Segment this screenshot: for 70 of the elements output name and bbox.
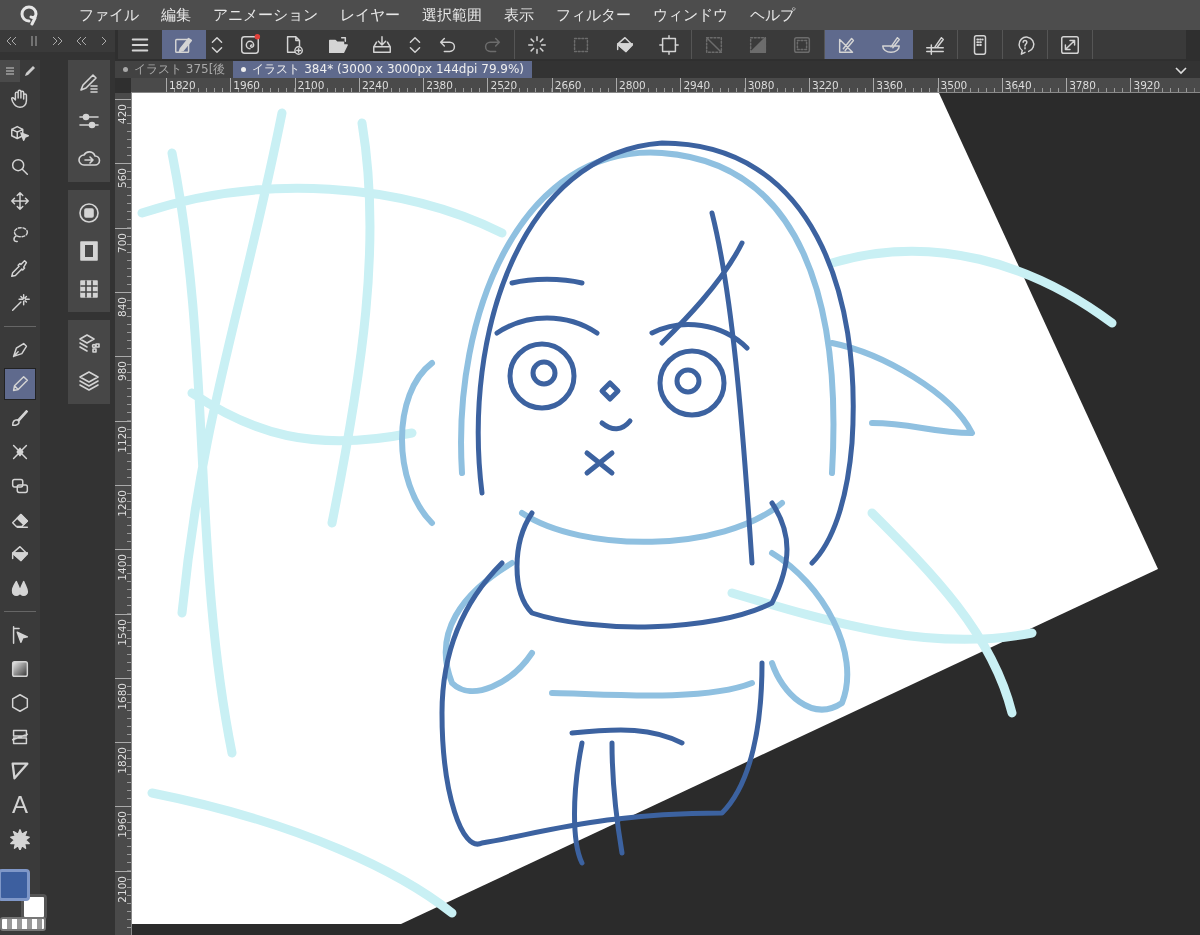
ruler-label: 1960 [116,811,128,839]
transform-box-icon [658,33,680,56]
menu-item[interactable]: 編集 [150,5,202,25]
triangle-frame-icon [9,760,31,782]
ruler-label: 1400 [116,554,128,581]
ruler-label: 1540 [116,618,128,646]
ruler-label: 3220 [811,79,839,92]
layers-icon [77,369,101,393]
pencil-icon[interactable] [24,65,36,77]
gradient-square-icon [9,658,31,680]
ruler-label: 560 [116,168,128,189]
menu-item[interactable]: 表示 [493,5,545,25]
ruler-label: 1680 [116,682,128,710]
pencil-tool-button[interactable] [4,368,36,400]
ruler-label: 2660 [554,79,582,92]
ruler-label: 980 [116,361,128,382]
spinner-icon [526,33,548,56]
ruler-label: 3640 [1004,79,1032,92]
tray-download-icon [371,33,393,56]
menu-item[interactable]: ファイル [68,5,150,25]
ruler-label: 3920 [1133,79,1161,92]
ruler-label: 3500 [940,79,968,92]
main-color-swatch[interactable] [0,869,30,901]
ruler-label: 700 [116,232,128,253]
ruler-label: 2800 [619,79,646,92]
transparent-color-swatch[interactable] [0,917,46,931]
ruler-label: 840 [116,297,128,318]
expand-right-icon[interactable] [50,34,65,48]
ruler-label: 1260 [116,489,128,517]
hexagon-icon [9,692,31,714]
text-tool-button[interactable]: A [4,789,36,821]
modified-dot-icon [123,67,128,73]
ruler-label: 2380 [426,79,453,92]
menu-item[interactable]: フィルター [545,5,642,25]
ruler-label: 2240 [361,79,389,92]
document-tab[interactable]: イラスト 384* (3000 x 3000px 144dpi 79.9%) [233,61,533,79]
magic-wand-icon [9,292,31,314]
burst-icon [9,828,31,850]
document-tab[interactable]: イラスト 375[後 [115,61,234,79]
menu-item[interactable]: 選択範囲 [411,5,493,25]
tile-grid-icon [77,277,101,301]
ruler-label: 1960 [233,79,261,92]
ruler-label: 3780 [1069,79,1096,92]
menu-icon[interactable] [4,65,16,77]
menu-item[interactable]: アニメーション [202,5,329,25]
ruler-label: 420 [116,104,128,125]
ruler-label: 2520 [490,79,518,92]
brush-icon [9,407,31,429]
search-icon [9,156,31,178]
collapse-left-icon[interactable] [4,34,18,48]
snap-curve-button[interactable] [869,30,913,60]
menu-item[interactable]: ウィンドウ [642,5,739,25]
ruler-label: 1820 [169,79,196,92]
modified-dot-icon [241,67,247,73]
spiral-icon [239,33,261,56]
menu-item[interactable]: レイヤー [329,5,411,25]
move-arrows-icon [9,190,31,212]
brush-settings-icon [77,71,101,95]
ruler-label: 2940 [683,79,711,92]
ruler-label: 3080 [747,79,775,92]
expand-icon [1059,33,1081,56]
ruler-label: 1120 [116,425,128,453]
snap-ruler-button[interactable] [825,30,869,60]
menu-item[interactable]: ヘルプ [739,5,806,25]
ruler-label: 3360 [876,79,903,92]
ruler-label: 2100 [116,875,128,903]
ruler-label: 1820 [116,747,128,774]
modify-button[interactable] [162,30,206,60]
layers-shapes-icon [77,331,101,355]
ruler-label: 2100 [297,79,325,92]
